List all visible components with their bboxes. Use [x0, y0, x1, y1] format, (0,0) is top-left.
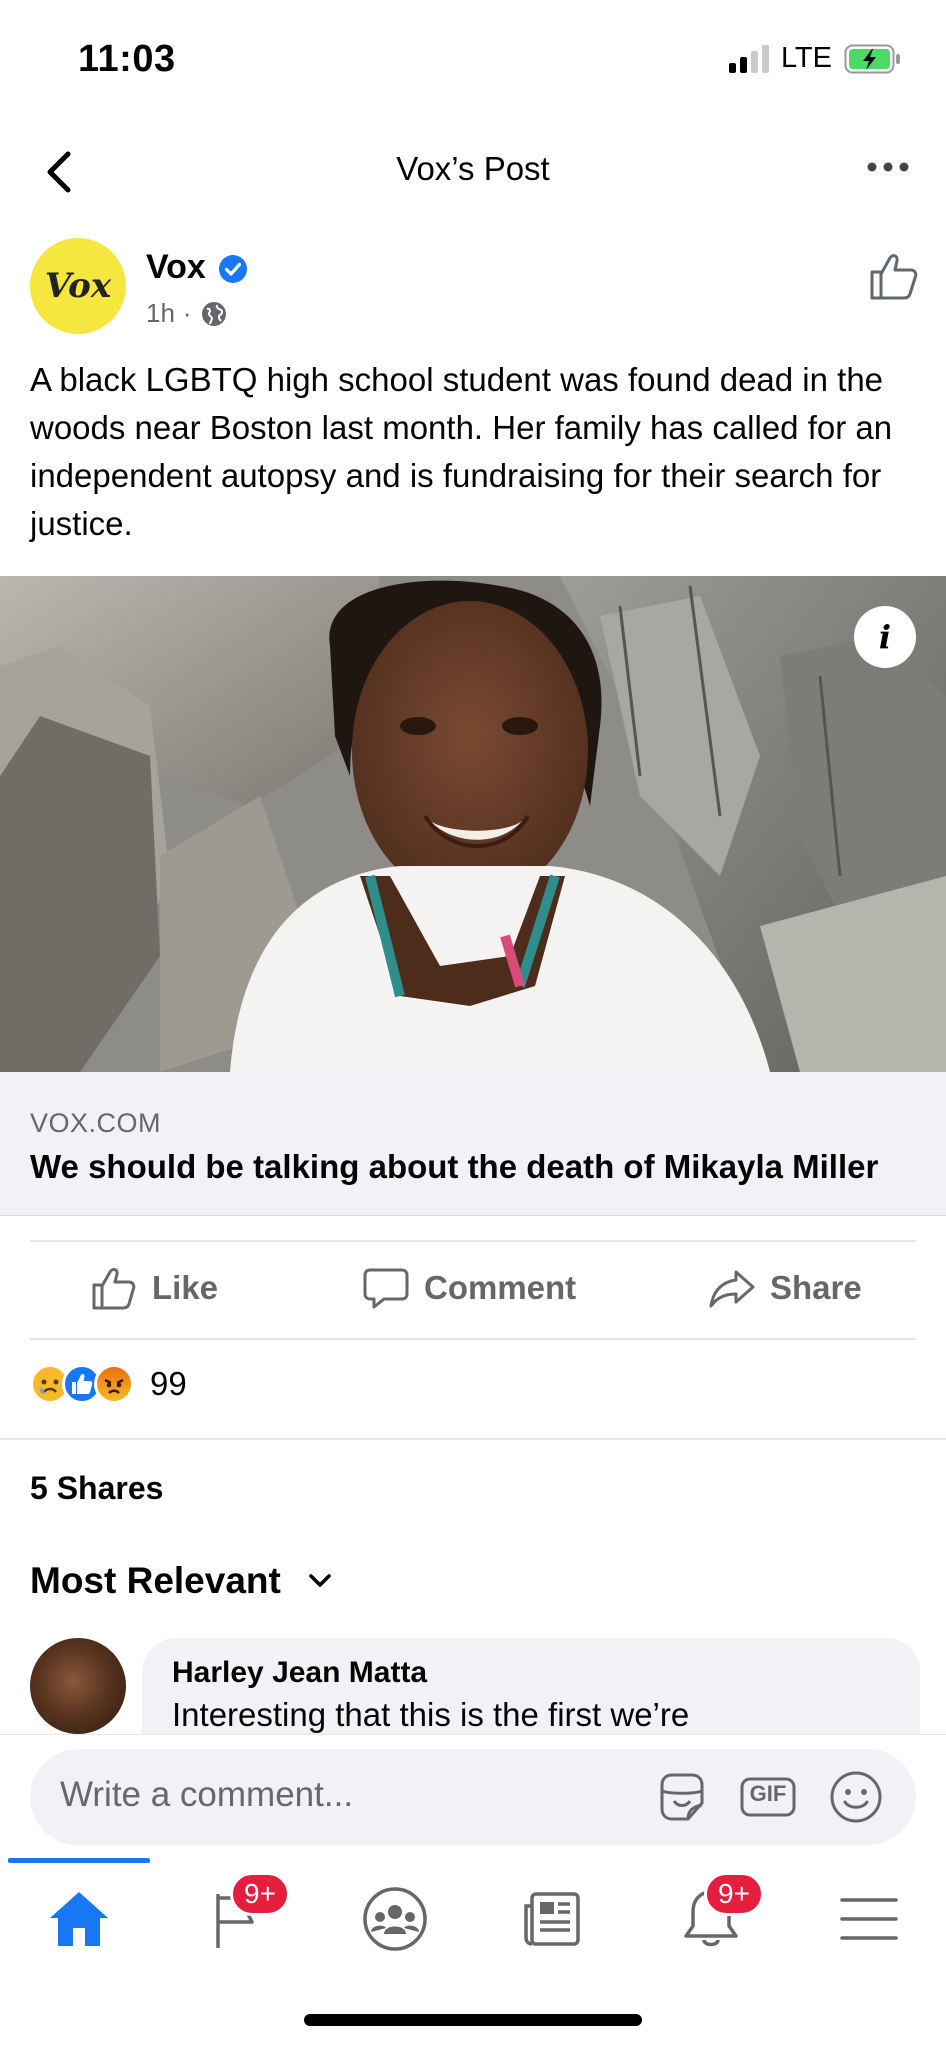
author-name[interactable]: Vox [146, 248, 206, 287]
tab-home[interactable] [44, 1884, 114, 1954]
gif-label: GIF [749, 1781, 787, 1806]
comment-filter-label: Most Relevant [30, 1560, 281, 1601]
share-button[interactable]: Share [708, 1264, 862, 1312]
more-dots-icon [867, 162, 909, 172]
notifications-badge: 9+ [704, 1872, 764, 1916]
groups-icon [363, 1887, 427, 1951]
share-label: Share [770, 1269, 862, 1306]
comment-bubble-icon [363, 1268, 409, 1309]
link-preview-card[interactable]: VOX.COM We should be talking about the d… [0, 1072, 946, 1216]
post-photo[interactable] [0, 576, 946, 1072]
comment-button[interactable]: Comment [362, 1264, 576, 1312]
smiley-icon [830, 1771, 882, 1823]
post-text: A black LGBTQ high school student was fo… [30, 361, 893, 542]
tab-menu[interactable] [834, 1884, 904, 1954]
network-label: LTE [780, 42, 832, 74]
angry-reaction-icon [94, 1364, 134, 1404]
chevron-down-icon [309, 1574, 331, 1587]
home-icon [50, 1892, 108, 1946]
thumbs-up-icon [92, 1268, 136, 1310]
reactions-summary[interactable]: 99 [30, 1364, 187, 1404]
emoji-button[interactable] [826, 1767, 886, 1827]
comment-label: Comment [424, 1269, 577, 1306]
link-domain: VOX.COM [30, 1108, 162, 1138]
commenter-avatar[interactable] [30, 1638, 126, 1734]
battery-charging-icon [844, 44, 900, 73]
link-title[interactable]: We should be talking about the death of … [30, 1148, 878, 1186]
status-bar: 11:03 LTE [0, 0, 946, 110]
tab-notifications[interactable]: 9+ [676, 1872, 764, 1954]
news-feed-icon [524, 1892, 580, 1946]
bottom-tab-bar: 9+ 9+ [0, 1858, 946, 1968]
pages-badge: 9+ [230, 1872, 290, 1916]
page-title: Vox’s Post [396, 150, 550, 187]
like-button[interactable]: Like [90, 1264, 218, 1312]
status-indicators: LTE [728, 42, 902, 75]
nav-bar: Vox’s Post [0, 130, 946, 210]
share-arrow-icon [709, 1270, 755, 1308]
signal-icon [728, 44, 769, 73]
reaction-count: 99 [150, 1365, 187, 1402]
post-action-bar: Like Comment Share [0, 1242, 946, 1338]
comment-composer: Write a comment... GIF [0, 1734, 946, 1858]
comment-filter-dropdown[interactable]: Most Relevant [30, 1560, 333, 1602]
status-time: 11:03 [78, 38, 176, 80]
tab-pages[interactable]: 9+ [202, 1872, 290, 1954]
actions-bottom-divider [30, 1338, 916, 1340]
comment-input[interactable]: Write a comment... GIF [30, 1749, 916, 1845]
globe-icon [201, 301, 226, 326]
gif-button[interactable]: GIF [738, 1767, 798, 1827]
active-tab-indicator [8, 1858, 150, 1863]
comment-placeholder: Write a comment... [60, 1775, 354, 1814]
author-avatar[interactable]: Vox [30, 238, 126, 334]
like-label: Like [152, 1269, 219, 1306]
ad-info-button[interactable]: i [854, 606, 916, 668]
post-time[interactable]: 1h [146, 298, 175, 329]
comment-bubble[interactable]: Harley Jean Matta Interesting that this … [142, 1638, 920, 1734]
share-count[interactable]: 5 Shares [30, 1470, 163, 1507]
verified-badge-icon [219, 255, 247, 283]
hamburger-menu-icon [840, 1898, 898, 1940]
more-options-button[interactable] [858, 152, 918, 182]
home-indicator[interactable] [304, 2014, 642, 2026]
comment-author[interactable]: Harley Jean Matta [172, 1656, 890, 1690]
post-header: Vox Vox 1h · [30, 238, 920, 338]
comment-text: Interesting that this is the first we’re [172, 1696, 690, 1733]
sticker-button[interactable] [652, 1767, 712, 1827]
tab-news[interactable] [518, 1884, 588, 1954]
tab-groups[interactable] [360, 1884, 430, 1954]
photo-illustration [0, 576, 946, 1072]
comment-item: Harley Jean Matta Interesting that this … [30, 1638, 920, 1734]
sticker-icon [660, 1773, 704, 1821]
meta-separator: · [182, 298, 192, 328]
post-meta: 1h · [146, 298, 228, 329]
thumbs-up-icon [870, 254, 918, 300]
reactions-divider [0, 1438, 946, 1440]
like-page-button[interactable] [868, 250, 920, 302]
